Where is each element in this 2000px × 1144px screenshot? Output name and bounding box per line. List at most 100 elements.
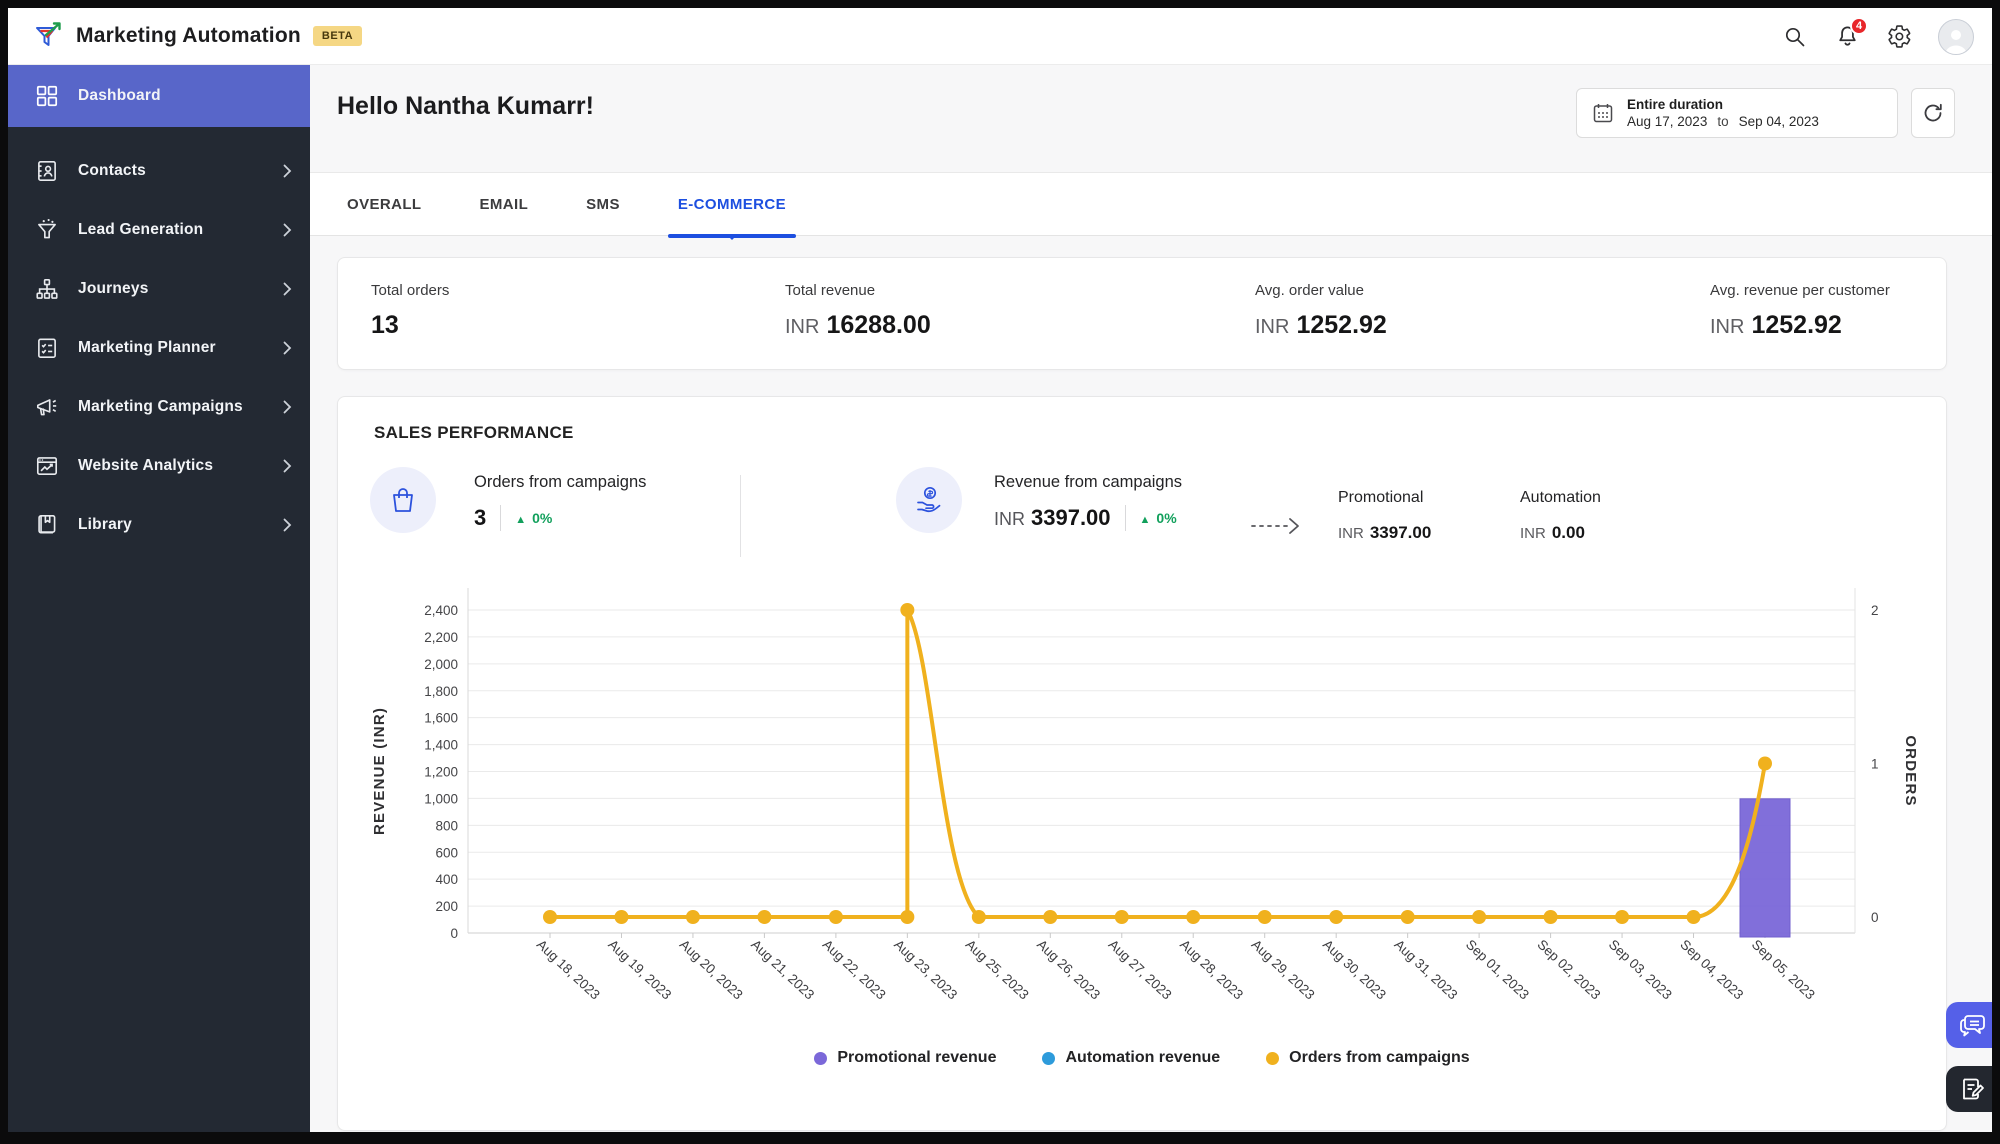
svg-text:Aug 20, 2023: Aug 20, 2023 <box>677 937 746 1003</box>
contacts-book-icon <box>38 160 56 181</box>
sales-performance-card: SALES PERFORMANCE Orders from campaigns … <box>337 396 1947 1131</box>
sidebar-item-marketing-campaigns[interactable]: Marketing Campaigns <box>8 377 310 436</box>
divider <box>1124 505 1126 531</box>
tab-overall[interactable]: OVERALL <box>337 172 431 236</box>
orders-kpi-delta: 0% <box>515 510 552 526</box>
divider <box>500 505 502 531</box>
stat-total-orders: Total orders 13 <box>371 282 450 339</box>
sidebar-item-lead-generation[interactable]: Lead Generation <box>8 200 310 259</box>
notes-edit-button[interactable] <box>1946 1066 1992 1112</box>
svg-text:ORDERS: ORDERS <box>1902 735 1919 806</box>
tab-sms[interactable]: SMS <box>576 172 630 236</box>
app-logo[interactable]: Marketing Automation BETA <box>32 20 363 52</box>
svg-text:Aug 23, 2023: Aug 23, 2023 <box>891 937 960 1003</box>
svg-text:Aug 26, 2023: Aug 26, 2023 <box>1034 937 1103 1003</box>
svg-text:2,000: 2,000 <box>424 657 458 672</box>
shopping-bag-icon <box>393 488 413 512</box>
search-icon[interactable] <box>1782 24 1808 50</box>
dashboard-grid-icon <box>36 85 58 107</box>
tab-ecommerce[interactable]: E-COMMERCE <box>667 172 797 240</box>
svg-text:Aug 30, 2023: Aug 30, 2023 <box>1320 937 1389 1003</box>
svg-text:Aug 19, 2023: Aug 19, 2023 <box>605 937 674 1003</box>
journeys-sitemap-icon <box>36 278 58 299</box>
chevron-right-icon <box>283 341 292 354</box>
sidebar-item-website-analytics[interactable]: Website Analytics <box>8 436 310 495</box>
date-start: Aug 17, 2023 <box>1627 114 1708 129</box>
stat-avg-order-value: Avg. order value INR 1252.92 <box>1255 282 1387 339</box>
marketing-automation-logo-icon <box>36 22 61 46</box>
svg-text:1,400: 1,400 <box>424 738 458 753</box>
svg-text:Sep 02, 2023: Sep 02, 2023 <box>1534 937 1603 1003</box>
trend-up-icon <box>515 510 526 526</box>
svg-text:1,800: 1,800 <box>424 684 458 699</box>
settings-gear-icon[interactable] <box>1886 24 1912 50</box>
trend-up-icon <box>1140 510 1151 526</box>
legend-label: Promotional revenue <box>837 1049 997 1066</box>
legend-item[interactable]: Orders from campaigns <box>1266 1049 1470 1067</box>
sidebar-item-marketing-planner[interactable]: Marketing Planner <box>8 318 310 377</box>
sidebar-nav: Dashboard Contacts Lead Generation Journ… <box>8 65 310 1132</box>
calendar-icon <box>1593 104 1613 123</box>
svg-text:Sep 04, 2023: Sep 04, 2023 <box>1677 937 1746 1003</box>
svg-text:Aug 29, 2023: Aug 29, 2023 <box>1249 937 1318 1003</box>
svg-text:1,600: 1,600 <box>424 711 458 726</box>
svg-text:1,000: 1,000 <box>424 791 458 806</box>
svg-text:REVENUE (INR): REVENUE (INR) <box>371 707 388 835</box>
app-title: Marketing Automation <box>76 24 301 47</box>
svg-text:Aug 22, 2023: Aug 22, 2023 <box>820 937 889 1003</box>
sidebar-item-contacts[interactable]: Contacts <box>8 141 310 200</box>
legend-item[interactable]: Automation revenue <box>1042 1049 1220 1067</box>
analytics-window-icon <box>36 456 58 475</box>
svg-text:800: 800 <box>435 818 458 833</box>
svg-text:Aug 31, 2023: Aug 31, 2023 <box>1391 937 1460 1003</box>
currency-prefix: INR <box>994 509 1025 529</box>
library-book-icon <box>38 514 56 534</box>
svg-text:200: 200 <box>435 899 458 914</box>
sidebar-item-label: Lead Generation <box>78 220 204 238</box>
stat-total-revenue: Total revenue INR 16288.00 <box>785 282 931 339</box>
sidebar-item-label: Library <box>78 515 132 533</box>
date-to: to <box>1717 114 1729 129</box>
sidebar-item-journeys[interactable]: Journeys <box>8 259 310 318</box>
svg-text:Sep 05, 2023: Sep 05, 2023 <box>1749 937 1818 1003</box>
orders-kpi-label: Orders from campaigns <box>474 473 647 491</box>
legend-dot <box>1042 1051 1056 1065</box>
date-range-value: Aug 17, 2023 to Sep 04, 2023 <box>1627 113 1819 130</box>
date-range-label: Entire duration <box>1627 97 1724 112</box>
lead-funnel-icon <box>38 218 56 238</box>
section-title: SALES PERFORMANCE <box>374 423 574 442</box>
chevron-right-icon <box>283 223 292 236</box>
feedback-chat-button[interactable] <box>1946 1002 1992 1048</box>
svg-text:2,200: 2,200 <box>424 630 458 645</box>
date-range-picker[interactable]: Entire duration Aug 17, 2023 to Sep 04, 20… <box>1576 88 1898 138</box>
chat-bubbles-icon <box>1960 1015 1985 1037</box>
sidebar-item-library[interactable]: Library <box>8 495 310 554</box>
sidebar-item-label: Website Analytics <box>78 456 214 474</box>
sidebar-item-label: Marketing Campaigns <box>78 397 243 415</box>
svg-text:2,400: 2,400 <box>424 603 458 618</box>
chevron-right-icon <box>283 164 292 177</box>
svg-text:Sep 03, 2023: Sep 03, 2023 <box>1606 937 1675 1003</box>
sidebar-item-label: Dashboard <box>78 87 161 104</box>
note-pencil-icon <box>1963 1078 1984 1100</box>
user-avatar[interactable] <box>1938 18 1974 55</box>
automation-value: INR 0.00 <box>1520 523 1585 542</box>
legend-item[interactable]: Promotional revenue <box>814 1049 996 1067</box>
sidebar-item-dashboard[interactable]: Dashboard <box>8 65 310 127</box>
screen-frame: Marketing Automation BETA 4 Dashboard Co… <box>0 0 2000 1144</box>
kpi-divider <box>740 475 741 557</box>
svg-text:600: 600 <box>435 845 458 860</box>
sales-chart-canvas: 0 200 400 600 800 1,000 1,200 1,400 1,600 1,800 2,… <box>371 588 1919 1003</box>
revenue-kpi-delta: 0% <box>1140 510 1176 526</box>
svg-text:400: 400 <box>435 872 458 887</box>
svg-text:Sep 01, 2023: Sep 01, 2023 <box>1463 937 1532 1003</box>
revenue-kpi-value: 3397.00 <box>1031 505 1111 530</box>
tab-email[interactable]: EMAIL <box>469 172 538 236</box>
date-end: Sep 04, 2023 <box>1738 114 1819 129</box>
refresh-button[interactable] <box>1911 88 1955 138</box>
refresh-icon <box>1924 103 1942 122</box>
notifications-bell-icon[interactable]: 4 <box>1834 16 1868 50</box>
stat-avg-revenue-per-customer: Avg. revenue per customer INR 1252.92 <box>1710 282 1890 339</box>
chart-legend: Promotional revenue Automation revenue Ord… <box>338 1049 1946 1067</box>
dashed-arrow-icon <box>1251 518 1299 534</box>
